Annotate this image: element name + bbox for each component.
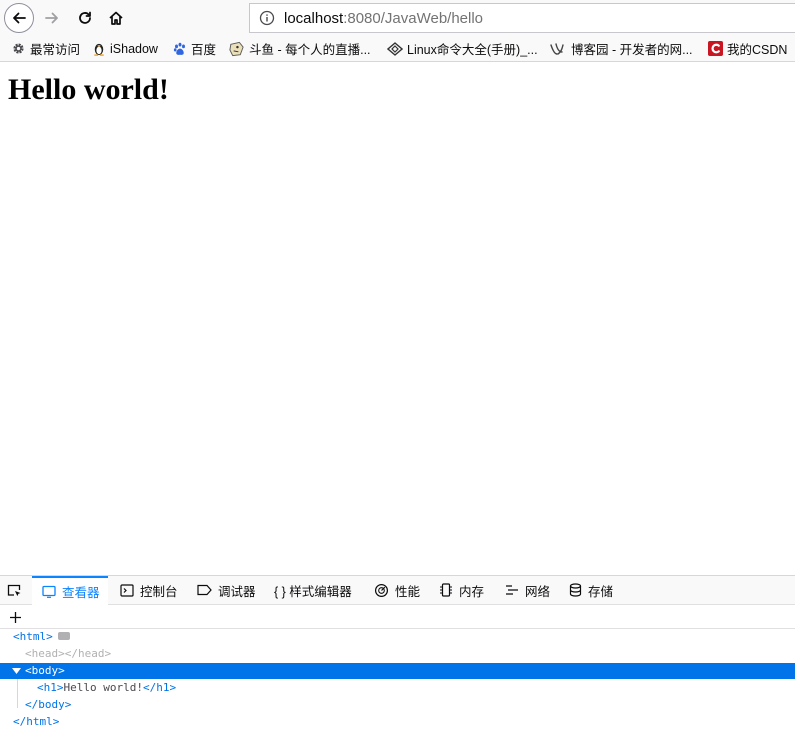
element-picker-button[interactable] [6, 582, 22, 602]
linux-diamond-icon [387, 41, 403, 56]
tab-memory[interactable]: 内存 [439, 576, 484, 604]
bookmark-label: 百度 [191, 43, 217, 57]
tab-label: 存储 [588, 584, 614, 599]
tab-console[interactable]: 控制台 [120, 576, 178, 604]
tag-body-close: </body> [25, 698, 72, 711]
url-path: :8080/JavaWeb/hello [343, 9, 484, 27]
url-host: localhost [284, 9, 344, 27]
add-node-button[interactable] [9, 609, 22, 628]
devtools-tabbar: 查看器 控制台 调试器 { } 样式编辑器 性能 内存 网络 存储 [0, 576, 795, 605]
tag-html-open: <html> [13, 630, 53, 643]
url-text: localhost:8080/JavaWeb/hello [284, 10, 483, 27]
tab-label: 内存 [459, 584, 485, 599]
markup-node-html-close[interactable]: </html> [0, 714, 795, 730]
bookmark-linux[interactable]: Linux命令大全(手册)_... [387, 36, 538, 61]
page-viewport: Hello world! [0, 62, 795, 575]
home-icon [109, 11, 123, 25]
markup-view: <html> <head></head> <body> <h1>Hello wo… [0, 629, 795, 742]
home-button[interactable] [102, 4, 130, 32]
forward-button[interactable] [38, 4, 66, 32]
tab-label: 网络 [525, 584, 551, 599]
penguin-icon [94, 43, 104, 56]
bookmark-baidu[interactable]: 百度 [173, 36, 216, 61]
page-heading: Hello world! [8, 73, 169, 106]
url-bar[interactable]: localhost:8080/JavaWeb/hello [249, 3, 795, 33]
tab-label: 查看器 [62, 586, 100, 600]
douyu-icon [229, 41, 244, 56]
gear-icon [13, 43, 24, 54]
tag-h1-open: <h1> [37, 681, 64, 694]
tab-performance[interactable]: 性能 [374, 576, 420, 604]
info-icon[interactable] [259, 10, 275, 26]
plus-icon [10, 612, 21, 623]
reload-button[interactable] [71, 4, 99, 32]
markup-node-body-close[interactable]: </body> [0, 697, 795, 713]
tab-label: 控制台 [140, 584, 178, 599]
markup-node-body[interactable]: <body> [0, 663, 795, 679]
bookmark-ishadow[interactable]: iShadow [92, 36, 158, 61]
bookmarks-toolbar: 最常访问 iShadow 百度 斗鱼 - 每个人的直播... Linux命令大全… [0, 36, 795, 62]
expand-triangle-icon[interactable] [12, 668, 21, 675]
markup-node-head[interactable]: <head></head> [0, 646, 795, 662]
tab-debugger[interactable]: 调试器 [197, 576, 256, 604]
reload-icon [79, 11, 91, 24]
tab-inspector[interactable]: 查看器 [32, 576, 108, 605]
memory-icon [440, 583, 452, 597]
baidu-paw-icon [173, 42, 185, 55]
markup-node-h1[interactable]: <h1>Hello world!</h1> [0, 680, 795, 696]
storage-icon [569, 583, 582, 597]
tag-body-open: <body> [25, 664, 65, 677]
event-badge-icon[interactable] [57, 632, 70, 640]
performance-icon [374, 583, 389, 597]
tab-style-editor[interactable]: { } 样式编辑器 [274, 576, 352, 604]
back-button[interactable] [4, 3, 34, 33]
tab-label: 性能 [395, 584, 421, 599]
bookmark-label: Linux命令大全(手册)_... [407, 43, 538, 57]
tab-network[interactable]: 网络 [505, 576, 550, 604]
browser-toolbar: localhost:8080/JavaWeb/hello [0, 0, 795, 36]
bookmark-label: 博客园 - 开发者的网... [571, 43, 693, 57]
h1-text-node: Hello world! [63, 681, 143, 694]
tag-h1-close: </h1> [142, 681, 177, 694]
bookmark-cnblogs[interactable]: 博客园 - 开发者的网... [549, 36, 693, 61]
devtools-panel: 查看器 控制台 调试器 { } 样式编辑器 性能 内存 网络 存储 <html>… [0, 575, 795, 741]
bookmark-label: 我的CSDN [727, 43, 788, 57]
tag-head: <head></head> [25, 647, 112, 660]
bookmark-label: 最常访问 [30, 43, 81, 57]
inspector-icon [42, 585, 56, 598]
csdn-icon [708, 41, 723, 56]
arrow-right-icon [45, 12, 58, 24]
console-icon [120, 583, 134, 597]
bookmark-label: iShadow [110, 41, 158, 56]
bookmark-douyu[interactable]: 斗鱼 - 每个人的直播... [228, 36, 371, 61]
bookmark-csdn[interactable]: 我的CSDN [708, 36, 787, 61]
markup-node-html[interactable]: <html> [0, 629, 795, 645]
tag-html-close: </html> [13, 715, 60, 728]
tab-label: 调试器 [218, 584, 256, 599]
network-icon [506, 585, 518, 595]
tab-storage[interactable]: 存储 [569, 576, 613, 604]
inspector-toolbar [0, 605, 795, 629]
arrow-left-icon [13, 12, 26, 24]
bookmark-label: 斗鱼 - 每个人的直播... [249, 43, 371, 57]
debugger-icon [197, 584, 212, 596]
tab-label: { } 样式编辑器 [274, 584, 352, 599]
element-picker-icon [7, 584, 21, 597]
cnblogs-icon [550, 42, 564, 55]
bookmark-most-visited[interactable]: 最常访问 [11, 36, 80, 61]
